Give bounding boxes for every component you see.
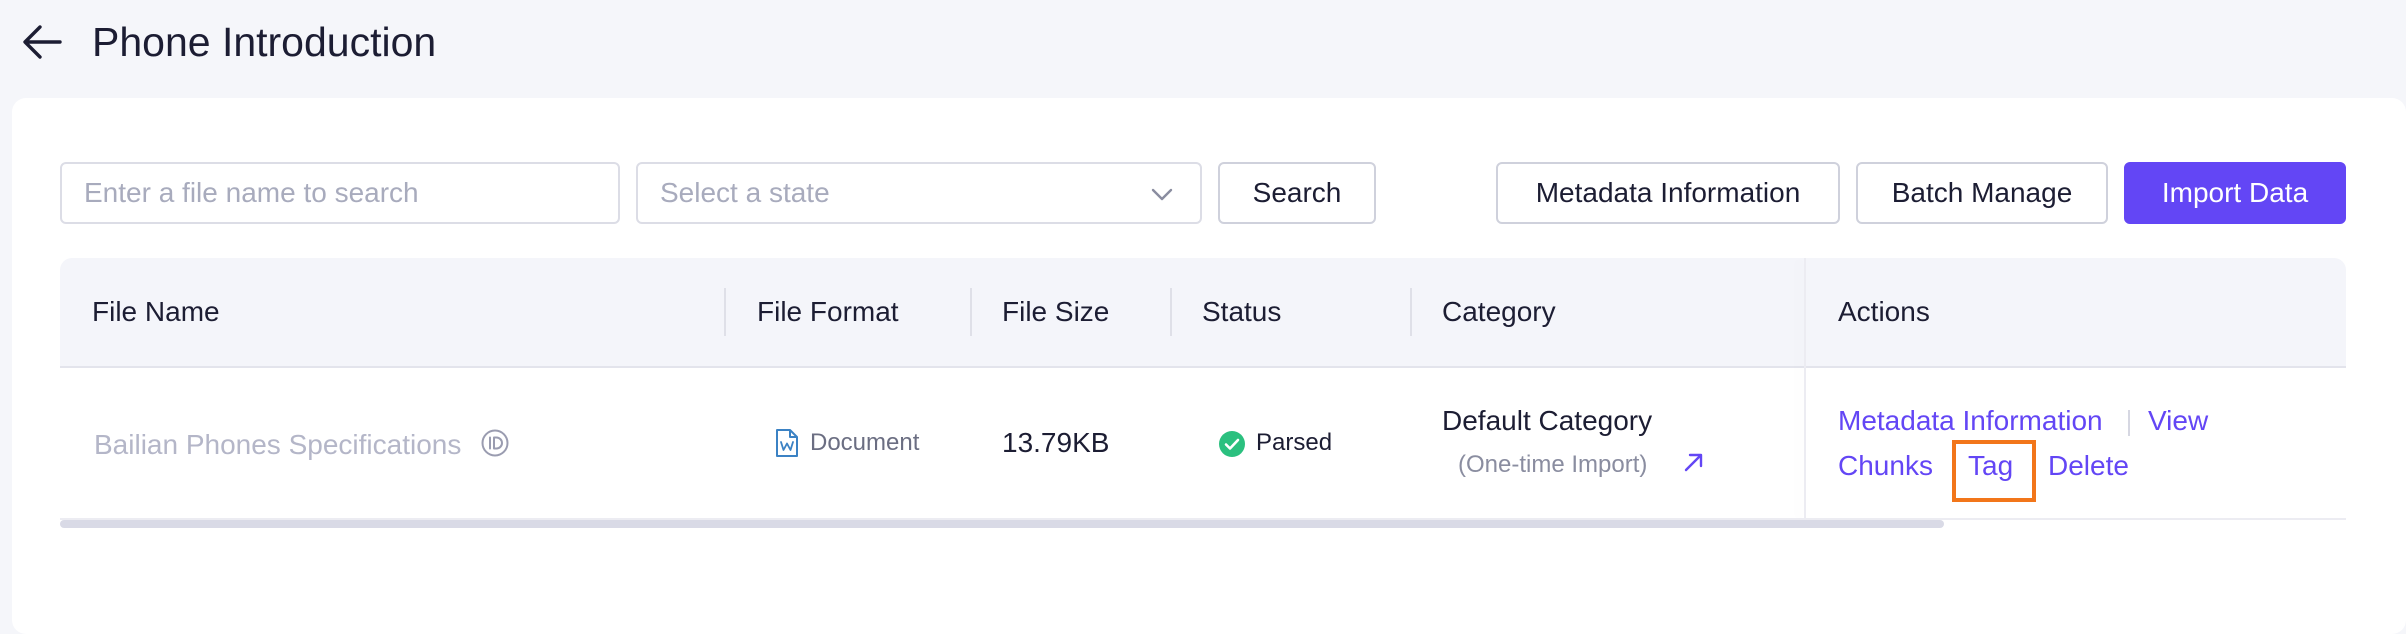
view-chunks-action-chunks[interactable]: Chunks: [1838, 449, 1933, 483]
column-header-file-format[interactable]: File Format: [757, 258, 899, 366]
action-separator: [2128, 410, 2130, 436]
state-select[interactable]: Select a state: [636, 162, 1202, 224]
column-divider[interactable]: [724, 288, 726, 336]
metadata-information-action[interactable]: Metadata Information: [1838, 404, 2103, 438]
category-import-type: (One-time Import): [1458, 451, 1648, 478]
batch-manage-button[interactable]: Batch Manage: [1856, 162, 2108, 224]
chevron-down-icon: [1151, 188, 1173, 201]
file-search-input[interactable]: [60, 162, 620, 224]
arrow-left-icon: [23, 25, 62, 59]
status-label: Parsed: [1256, 429, 1333, 456]
column-header-file-name[interactable]: File Name: [92, 258, 220, 366]
file-name-link[interactable]: Bailian Phones Specifications: [94, 428, 461, 462]
state-select-placeholder: Select a state: [660, 177, 830, 208]
table-header: File Name File Format File Size Status C…: [60, 258, 2346, 368]
tag-highlight-box: [1952, 440, 2036, 502]
page-title: Phone Introduction: [92, 19, 437, 65]
import-data-button[interactable]: Import Data: [2124, 162, 2346, 224]
column-header-actions: Actions: [1838, 296, 1930, 327]
view-chunks-action-view[interactable]: View: [2148, 404, 2208, 438]
horizontal-scrollbar[interactable]: [60, 520, 1944, 528]
column-header-status[interactable]: Status: [1202, 258, 1281, 366]
page-header: Phone Introduction: [0, 0, 2406, 96]
arrow-up-right-icon[interactable]: [1680, 448, 1708, 476]
column-header-file-size[interactable]: File Size: [1002, 258, 1109, 366]
delete-action[interactable]: Delete: [2048, 449, 2129, 483]
fixed-column-divider: [1804, 258, 1806, 520]
file-size-value: 13.79KB: [1002, 427, 1110, 458]
back-button[interactable]: [20, 16, 68, 68]
document-icon: [776, 429, 798, 457]
check-circle-icon: [1219, 431, 1245, 457]
column-divider[interactable]: [970, 288, 972, 336]
metadata-information-button[interactable]: Metadata Information: [1496, 162, 1840, 224]
column-header-category[interactable]: Category: [1442, 258, 1556, 366]
column-divider[interactable]: [1170, 288, 1172, 336]
category-name: Default Category: [1442, 405, 1653, 436]
search-button[interactable]: Search: [1218, 162, 1376, 224]
id-icon[interactable]: [480, 428, 510, 458]
file-format-label: Document: [810, 429, 920, 456]
column-divider[interactable]: [1410, 288, 1412, 336]
